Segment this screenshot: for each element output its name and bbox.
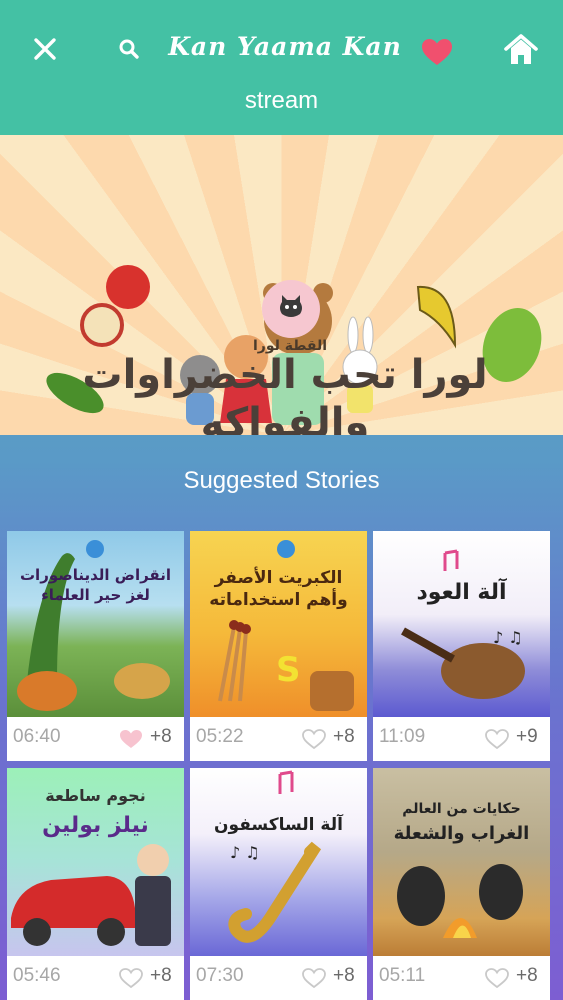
story-footer: 05:46 +8 (7, 956, 184, 1000)
story-card[interactable]: حكايات من العالم الغراب والشعلة 05:11 +8 (373, 768, 550, 1000)
story-thumbnail: S الكبريت الأصفر وأهم استخداماته (190, 531, 367, 717)
story-thumbnail: ♪ ♫ آلة الساكسفون (190, 768, 367, 956)
story-series: حكايات من العالم (402, 801, 521, 817)
cat-icon (280, 295, 302, 317)
featured-banner[interactable]: القطة لورا لورا تحب الخضراوات والفواكه (0, 135, 563, 435)
story-title: نيلز بولين (42, 813, 149, 838)
heart-outline-icon[interactable] (485, 729, 509, 749)
story-footer: 05:11 +8 (373, 956, 550, 1000)
story-title: آلة العود (416, 580, 507, 605)
heart-outline-icon[interactable] (302, 968, 326, 988)
svg-text:♪ ♫: ♪ ♫ (230, 843, 260, 862)
app-title: Kan Yaama Kan (168, 32, 402, 61)
story-footer: 07:30 +8 (190, 956, 367, 1000)
story-card[interactable]: انقراض الديناصورات لغز حير العلماء 06:40… (7, 531, 184, 761)
cat-logo-badge (262, 280, 320, 338)
story-card[interactable]: ♪ ♫ آلة الساكسفون 07:30 +8 (190, 768, 367, 1000)
story-card[interactable]: S الكبريت الأصفر وأهم استخداماته 05:22 +… (190, 531, 367, 761)
story-title: آلة الساكسفون (214, 815, 343, 835)
heart-icon[interactable] (119, 729, 143, 749)
story-count: +8 (516, 965, 538, 986)
home-icon (504, 34, 538, 64)
close-button[interactable] (28, 32, 62, 66)
close-icon (34, 38, 56, 60)
page-subtitle: stream (244, 87, 319, 114)
story-thumbnail: حكايات من العالم الغراب والشعلة (373, 768, 550, 956)
story-count: +8 (333, 965, 355, 986)
top-bar: Kan Yaama Kan stream (0, 0, 563, 135)
heart-outline-icon[interactable] (119, 968, 143, 988)
svg-text:S: S (276, 650, 301, 690)
story-thumbnail: نجوم ساطعة نيلز بولين (7, 768, 184, 956)
story-thumbnail: انقراض الديناصورات لغز حير العلماء (7, 531, 184, 717)
section-title: Suggested Stories (183, 467, 380, 494)
story-footer: 05:22 +8 (190, 717, 367, 761)
story-duration: 05:11 (379, 965, 426, 986)
search-icon (119, 39, 139, 59)
heart-icon (422, 39, 452, 65)
story-card[interactable]: ♪ ♫ آلة العود 11:09 +9 (373, 531, 550, 761)
story-title: الغراب والشعلة (393, 823, 530, 844)
story-duration: 11:09 (379, 726, 426, 747)
story-footer: 11:09 +9 (373, 717, 550, 761)
story-footer: 06:40 +8 (7, 717, 184, 761)
svg-text:♪ ♫: ♪ ♫ (493, 628, 523, 647)
story-duration: 07:30 (196, 965, 244, 986)
home-button[interactable] (500, 32, 542, 68)
story-thumbnail: ♪ ♫ آلة العود (373, 531, 550, 717)
story-title: انقراض الديناصورات لغز حير العلماء (19, 566, 172, 604)
story-count: +8 (333, 726, 355, 747)
story-count: +9 (516, 726, 538, 747)
story-title: الكبريت الأصفر وأهم استخداماته (209, 568, 348, 610)
story-count: +8 (150, 726, 172, 747)
banner-title: لورا تحب الخضراوات والفواكه (82, 352, 488, 435)
story-duration: 06:40 (13, 726, 61, 747)
story-duration: 05:22 (196, 726, 244, 747)
story-series: نجوم ساطعة (45, 786, 146, 805)
favorites-button[interactable] (419, 36, 455, 68)
search-button[interactable] (114, 34, 144, 64)
heart-outline-icon[interactable] (485, 968, 509, 988)
story-card[interactable]: نجوم ساطعة نيلز بولين 05:46 +8 (7, 768, 184, 1000)
story-count: +8 (150, 965, 172, 986)
story-duration: 05:46 (13, 965, 61, 986)
heart-outline-icon[interactable] (302, 729, 326, 749)
